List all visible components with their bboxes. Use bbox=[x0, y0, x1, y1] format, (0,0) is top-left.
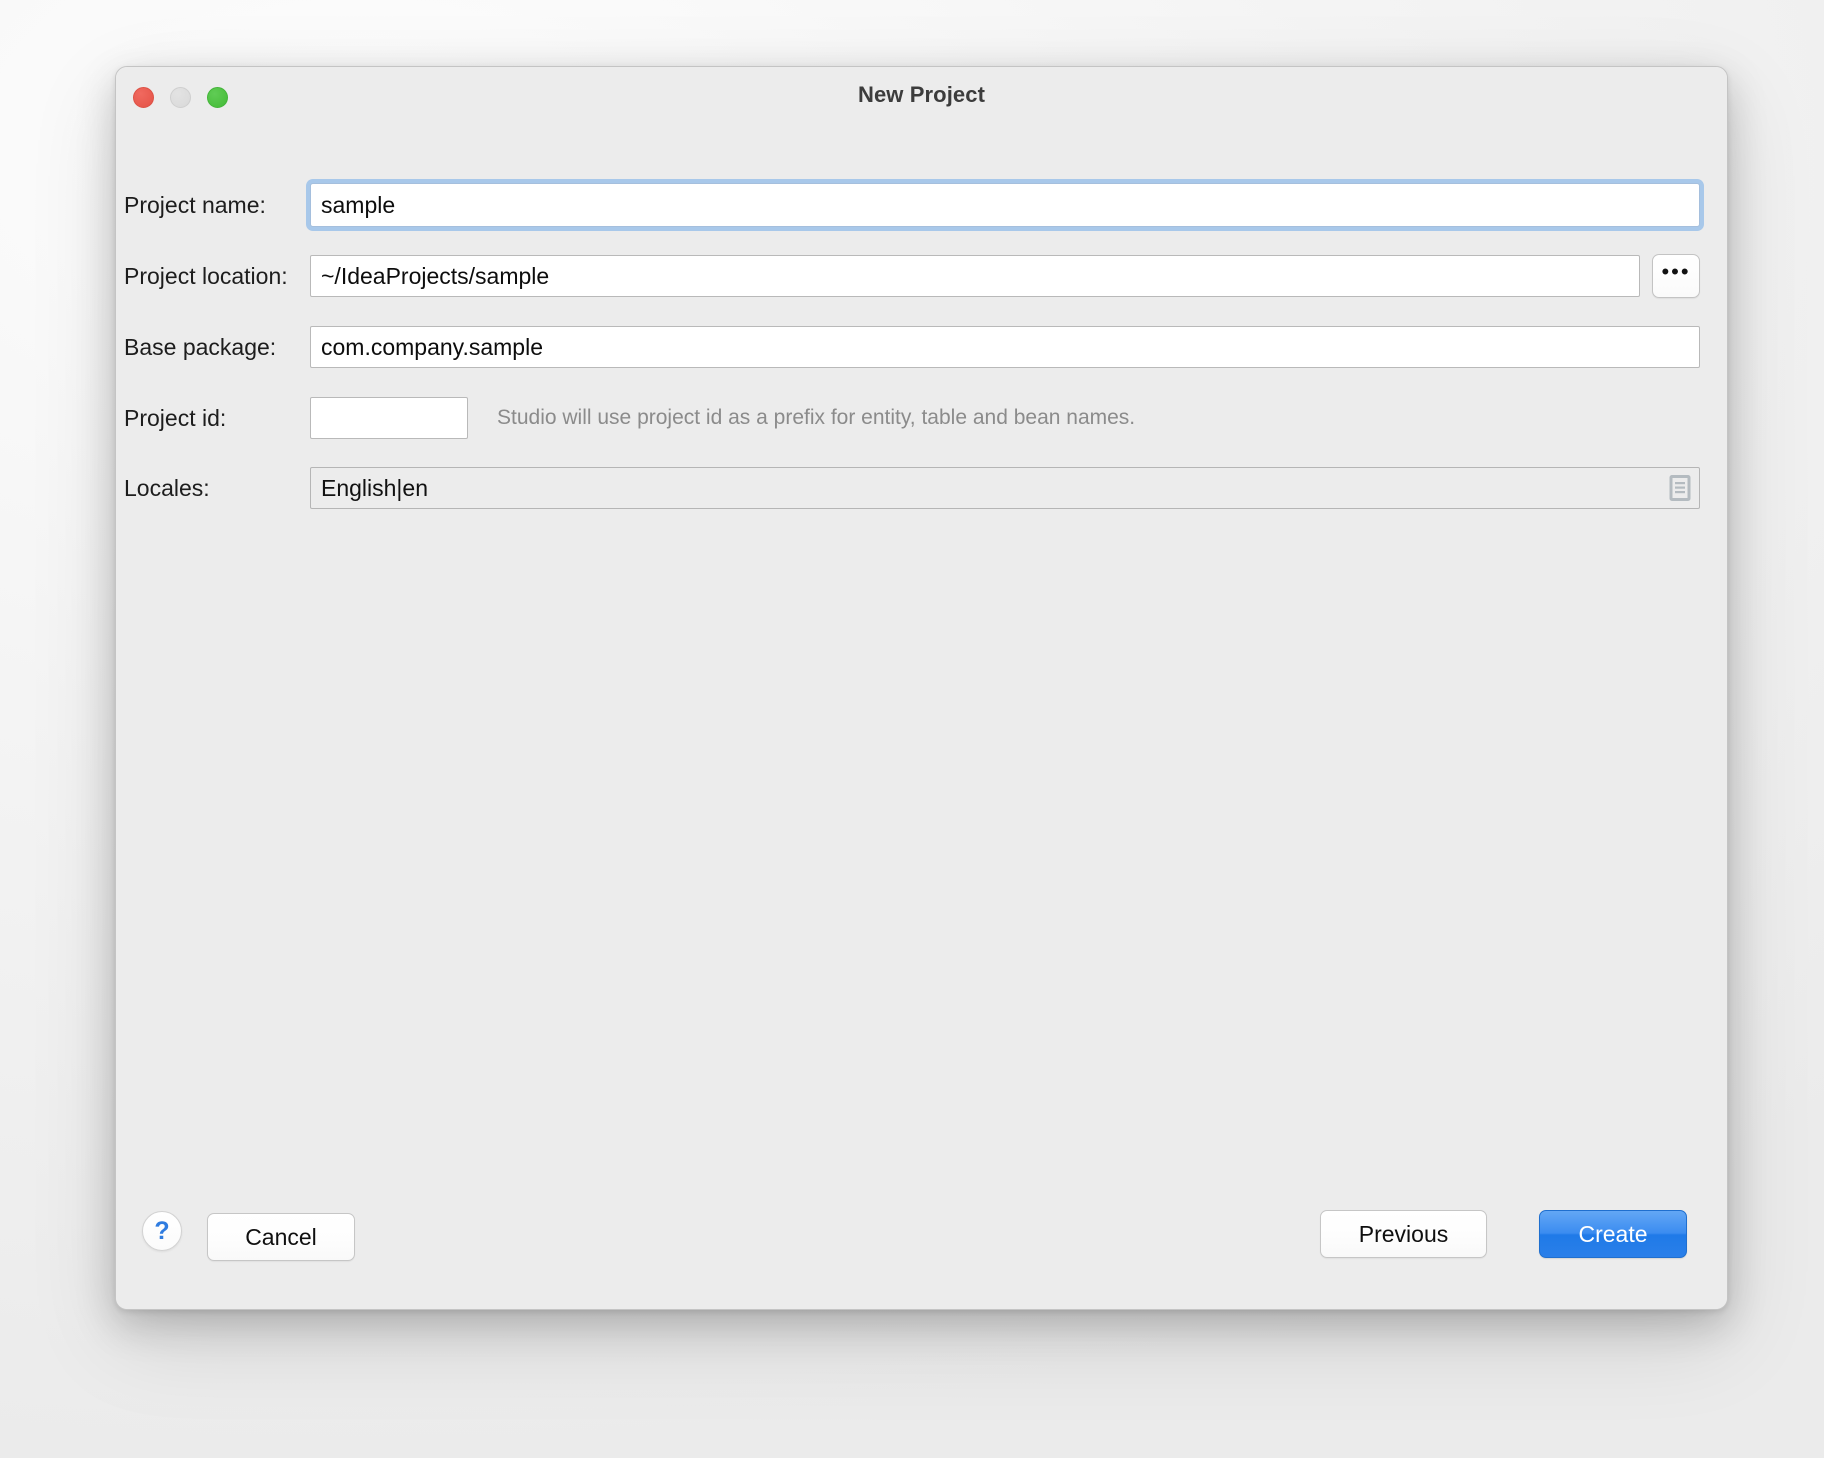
dialog-titlebar: New Project bbox=[116, 67, 1727, 125]
project-id-hint: Studio will use project id as a prefix f… bbox=[497, 406, 1136, 429]
create-button-label: Create bbox=[1578, 1220, 1648, 1247]
new-project-dialog: New Project Project name: Project locati… bbox=[115, 66, 1728, 1310]
dialog-footer: ? Cancel Previous Create bbox=[116, 1175, 1727, 1309]
window-title: New Project bbox=[857, 82, 986, 107]
cancel-button-label: Cancel bbox=[245, 1223, 317, 1250]
base-package-row: Base package: bbox=[116, 325, 1727, 369]
list-document-icon[interactable] bbox=[1669, 475, 1691, 501]
project-name-row: Project name: bbox=[116, 183, 1727, 227]
create-button[interactable]: Create bbox=[1539, 1210, 1687, 1258]
project-id-input[interactable] bbox=[310, 397, 468, 439]
question-mark-icon: ? bbox=[154, 1216, 170, 1245]
project-id-row: Project id: Studio will use project id a… bbox=[116, 394, 1727, 442]
browse-folder-button[interactable]: ••• bbox=[1652, 254, 1700, 298]
locales-value: English|en bbox=[321, 474, 428, 501]
locales-label: Locales: bbox=[124, 474, 210, 501]
base-package-input[interactable] bbox=[310, 326, 1700, 368]
project-name-label: Project name: bbox=[124, 191, 266, 218]
help-button[interactable]: ? bbox=[142, 1211, 182, 1251]
previous-button-label: Previous bbox=[1358, 1220, 1449, 1247]
project-location-label: Project location: bbox=[124, 262, 288, 289]
cancel-button[interactable]: Cancel bbox=[207, 1213, 355, 1261]
base-package-label: Base package: bbox=[124, 333, 277, 360]
project-id-label: Project id: bbox=[124, 404, 227, 431]
previous-button[interactable]: Previous bbox=[1320, 1210, 1487, 1258]
locales-field[interactable]: English|en bbox=[310, 467, 1700, 509]
project-name-input[interactable] bbox=[310, 183, 1700, 227]
ellipsis-icon: ••• bbox=[1661, 258, 1691, 284]
project-location-row: Project location: ••• bbox=[116, 254, 1727, 298]
project-location-input[interactable] bbox=[310, 255, 1640, 297]
locales-row: Locales: English|en bbox=[116, 466, 1727, 510]
project-form: Project name: Project location: ••• Base… bbox=[116, 125, 1727, 1177]
